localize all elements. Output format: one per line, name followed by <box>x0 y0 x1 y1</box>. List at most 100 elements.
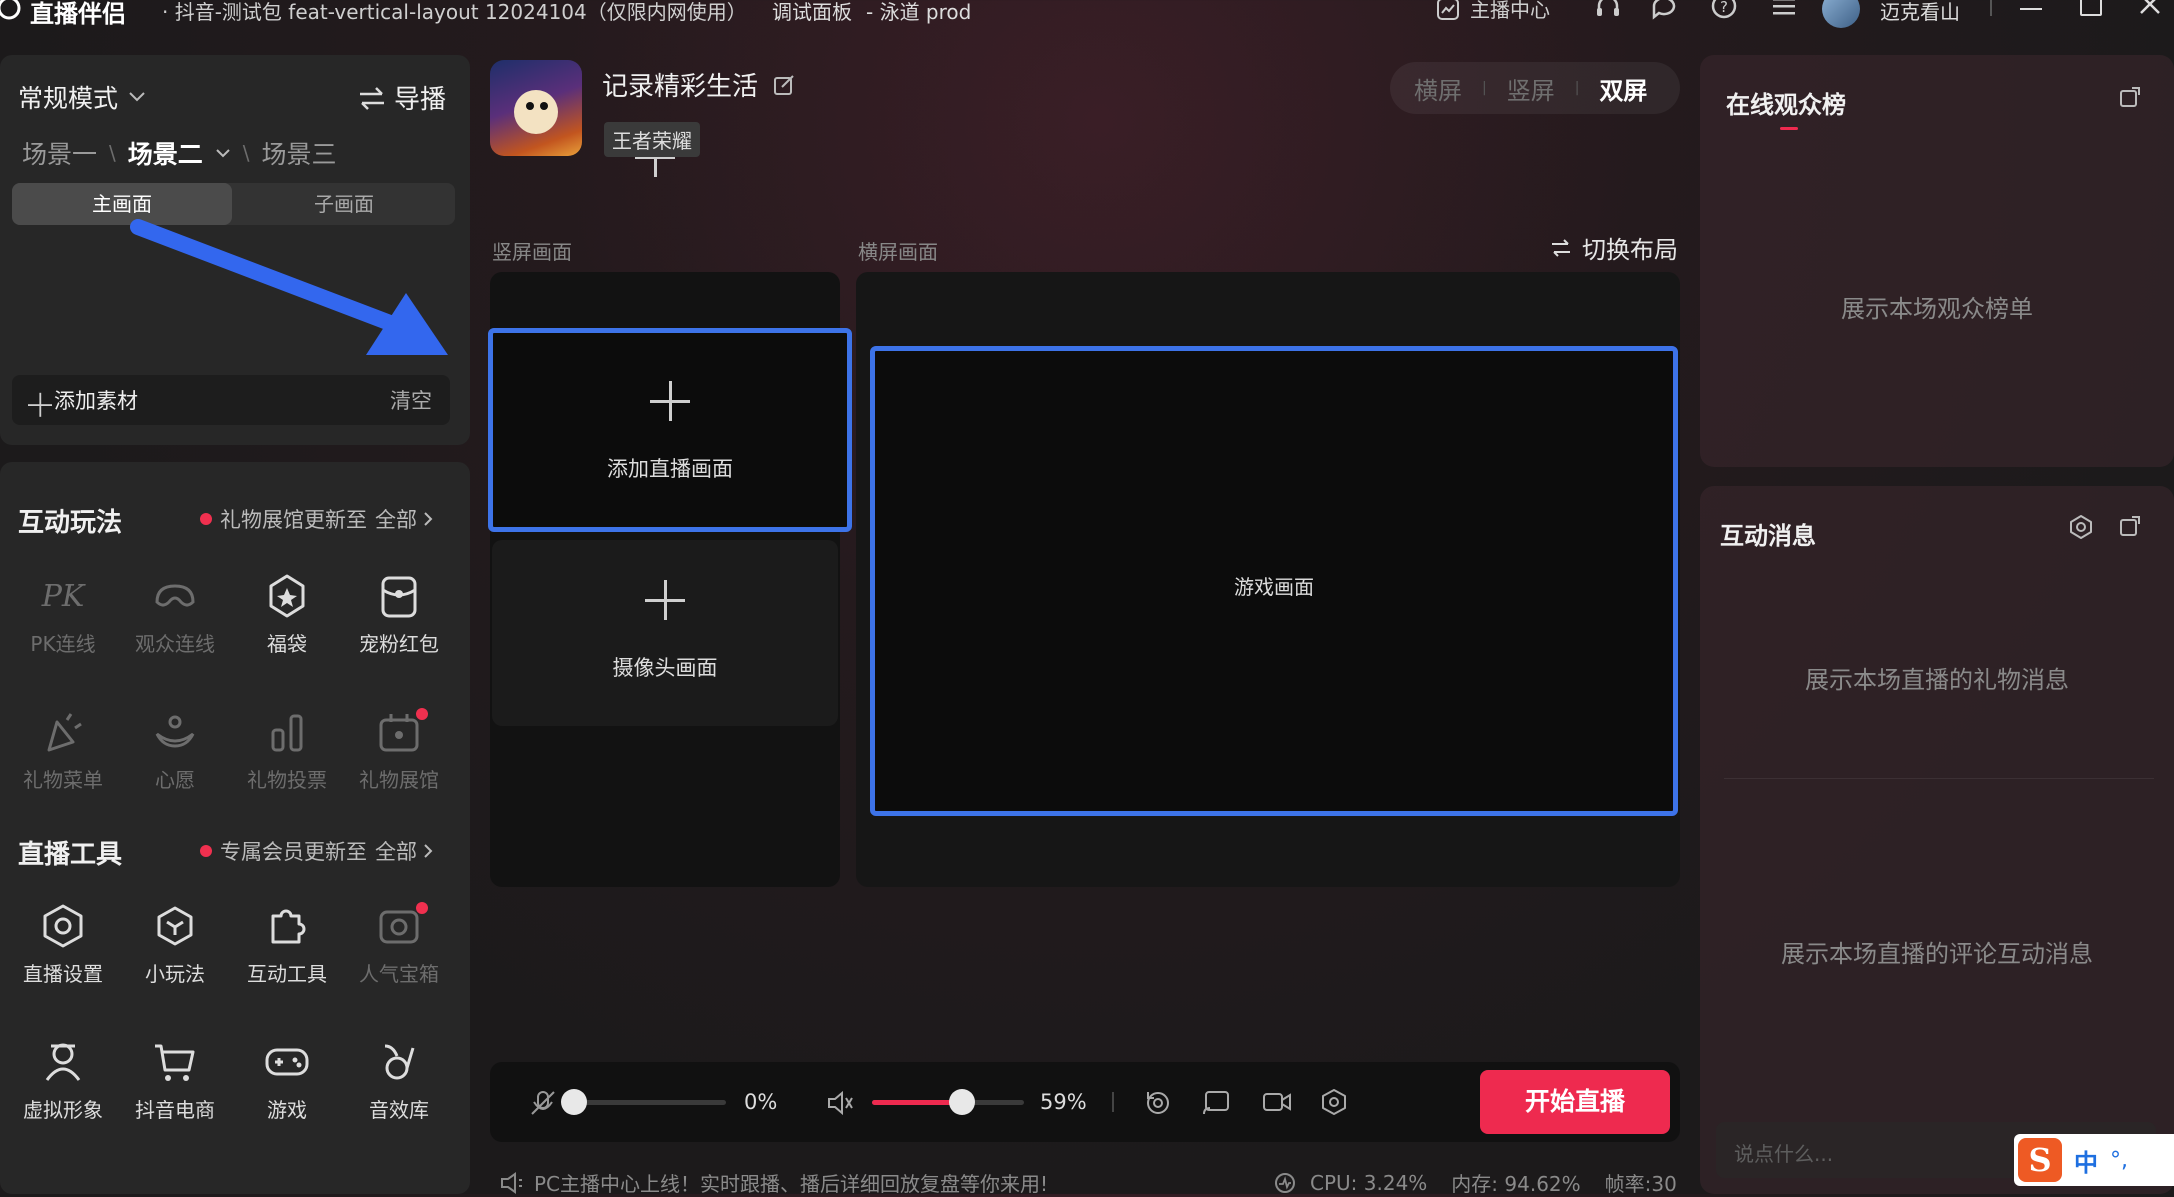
orientation-portrait[interactable]: 竖屏 <box>1507 71 1555 106</box>
live-settings-button[interactable]: 直播设置 <box>8 902 118 987</box>
status-notice[interactable]: PC主播中心上线！实时跟播、播后详细回放复盘等你来用! <box>500 1168 1048 1197</box>
link-icon <box>155 584 195 607</box>
popout-icon[interactable] <box>2118 514 2142 538</box>
debug-panel-link[interactable]: 调试面板 <box>772 0 852 25</box>
horizontal-screen-label: 横屏画面 <box>858 240 938 264</box>
camera-card[interactable]: 摄像头画面 <box>492 540 838 726</box>
wish-button[interactable]: 心愿 <box>120 708 230 793</box>
video-camera-icon[interactable] <box>1262 1088 1292 1116</box>
ime-toolbar[interactable]: S 中 °, <box>2014 1134 2174 1186</box>
tools-notice[interactable]: 专属会员更新至 全部 <box>200 836 433 866</box>
chevron-right-icon <box>424 512 433 526</box>
control-bar: 0% 59% 开始直播 <box>490 1062 1680 1142</box>
scene-tab-1[interactable]: 场景一 <box>22 135 97 171</box>
cast-screen-icon[interactable] <box>1202 1088 1232 1116</box>
speaker-volume-slider[interactable] <box>872 1089 1024 1115</box>
guide-button[interactable]: 导播 <box>358 79 446 116</box>
slider-knob[interactable] <box>561 1089 587 1115</box>
chat-icon[interactable] <box>1650 0 1678 22</box>
add-icon <box>650 381 690 421</box>
chevron-down-icon[interactable] <box>215 148 231 158</box>
interactive-tools-button[interactable]: 互动工具 <box>232 902 342 987</box>
audience-title: 在线观众榜 <box>1726 91 1846 119</box>
avatar[interactable] <box>1822 0 1860 28</box>
popularity-box-button[interactable]: 人气宝箱 <box>344 902 454 987</box>
vote-bars-icon <box>271 714 303 752</box>
username: 迈克看山 <box>1880 0 1960 24</box>
scene-tab-3[interactable]: 场景三 <box>262 135 337 171</box>
orientation-landscape[interactable]: 横屏 <box>1414 71 1462 106</box>
new-badge-dot <box>416 708 428 720</box>
lucky-bag-button[interactable]: 福袋 <box>232 572 342 657</box>
start-live-button[interactable]: 开始直播 <box>1480 1070 1670 1134</box>
add-material-button[interactable]: 添加素材 <box>54 385 138 415</box>
add-icon[interactable] <box>28 392 53 417</box>
gift-placeholder: 展示本场直播的礼物消息 <box>1805 666 2069 694</box>
memory-usage: 内存: 94.62% <box>1451 1172 1581 1196</box>
messages-title: 互动消息 <box>1720 522 1816 550</box>
maximize-icon[interactable] <box>2080 0 2102 16</box>
new-badge-dot <box>416 902 428 914</box>
svg-text:?: ? <box>1720 0 1728 16</box>
system-stats: CPU: 3.24% 内存: 94.62% 帧率:30 <box>1274 1168 1677 1197</box>
game-screen-card[interactable]: 游戏画面 <box>870 346 1678 816</box>
ecommerce-button[interactable]: 抖音电商 <box>120 1038 230 1123</box>
mode-dropdown[interactable]: 常规模式 <box>18 79 146 115</box>
gift-menu-button[interactable]: 礼物菜单 <box>8 708 118 793</box>
gift-gallery-button[interactable]: 礼物展馆 <box>344 708 454 793</box>
gift-vote-button[interactable]: 礼物投票 <box>232 708 342 793</box>
close-icon[interactable] <box>2138 0 2162 16</box>
anchor-center-button[interactable]: 主播中心 <box>1436 0 1550 23</box>
svg-text:PK: PK <box>41 579 86 614</box>
cpu-usage: CPU: 3.24% <box>1310 1170 1428 1195</box>
env-label: - 泳道 prod <box>866 0 972 24</box>
comment-placeholder: 展示本场直播的评论互动消息 <box>1781 940 2093 968</box>
chart-icon <box>1437 0 1459 20</box>
mic-volume-slider[interactable] <box>561 1089 726 1115</box>
mini-game-button[interactable]: 小玩法 <box>120 902 230 987</box>
popout-icon[interactable] <box>2118 85 2142 109</box>
pk-button[interactable]: PK PK连线 <box>8 572 118 657</box>
scene-panel: 常规模式 导播 场景一 \ 场景二 \ 场景三 主画面 子画面 添加素材 清空 <box>0 55 675 445</box>
interactive-notice[interactable]: 礼物展馆更新至 全部 <box>200 504 433 534</box>
speaker-icon[interactable] <box>826 1090 854 1116</box>
scene-tab-2[interactable]: 场景二 <box>128 135 203 171</box>
pk-icon: PK <box>41 579 86 614</box>
settings-icon[interactable] <box>1320 1088 1348 1116</box>
audience-link-button[interactable]: 观众连线 <box>120 572 230 657</box>
clear-button[interactable]: 清空 <box>390 385 432 415</box>
fan-redpacket-button[interactable]: 宠粉红包 <box>344 572 454 657</box>
avatar-button[interactable]: 虚拟形象 <box>8 1038 118 1123</box>
menu-icon[interactable] <box>1770 0 1798 22</box>
help-icon[interactable]: ? <box>1710 0 1738 22</box>
add-stream-card[interactable]: 添加直播画面 <box>488 328 852 532</box>
minimize-icon[interactable] <box>2020 8 2042 10</box>
slider-knob[interactable] <box>948 1089 975 1115</box>
ime-mode[interactable]: 中 <box>2074 1143 2098 1178</box>
edit-icon[interactable] <box>772 73 796 97</box>
annotation-arrow <box>130 219 448 355</box>
features-panel: 互动玩法 礼物展馆更新至 全部 PK PK连线 观众连线 福袋 宠粉红包 礼物菜… <box>0 462 470 1194</box>
game-button[interactable]: 游戏 <box>232 1038 342 1123</box>
switch-icon <box>1552 238 1570 257</box>
divider <box>1990 0 1992 16</box>
stream-title: 记录精彩生活 <box>602 72 759 102</box>
announcement-icon <box>501 1171 522 1194</box>
stream-cover[interactable] <box>490 60 582 156</box>
category-tag[interactable]: 王者荣耀 <box>604 122 700 157</box>
headset-icon[interactable] <box>1594 0 1622 22</box>
settings-icon[interactable] <box>2068 514 2094 540</box>
sound-library-button[interactable]: 音效库 <box>344 1038 454 1123</box>
ime-punct-icon[interactable]: °, <box>2110 1148 2128 1173</box>
tools-title: 直播工具 <box>18 840 123 870</box>
puzzle-icon <box>271 909 306 944</box>
cart-icon <box>155 1044 195 1081</box>
orientation-dual[interactable]: 双屏 <box>1599 71 1647 106</box>
divider <box>1724 778 2154 779</box>
mic-muted-icon[interactable] <box>530 1090 556 1116</box>
party-icon <box>47 713 82 752</box>
switch-layout-button[interactable]: 切换布局 <box>1550 230 1678 265</box>
app-name: 直播伴侣 <box>30 0 126 28</box>
swap-icon <box>360 86 384 110</box>
rotate-camera-icon[interactable] <box>1144 1088 1172 1116</box>
